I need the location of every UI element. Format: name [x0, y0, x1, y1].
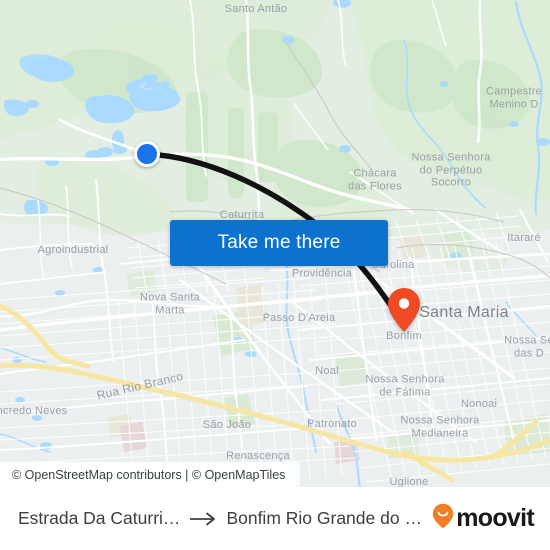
moovit-wordmark: moovit: [456, 504, 534, 532]
take-me-there-button[interactable]: Take me there: [170, 220, 388, 266]
arrow-right-icon: [189, 512, 217, 526]
map-pin-icon: [388, 288, 420, 332]
origin-marker[interactable]: [134, 141, 160, 167]
attribution-text: © OpenStreetMap contributors | © OpenMap…: [12, 467, 286, 482]
moovit-logo[interactable]: moovit: [432, 503, 535, 534]
moovit-pin-icon: [432, 503, 454, 534]
destination-marker[interactable]: [387, 287, 421, 333]
moovit-map-screen: Santo Antão Campestre Menino D Nossa Senho…: [0, 0, 550, 550]
origin-stop-label: Estrada Da Caturrita -...: [18, 508, 180, 528]
route-summary[interactable]: Estrada Da Caturrita -... Bonfim Rio Gra…: [18, 508, 422, 529]
map-attribution: © OpenStreetMap contributors | © OpenMap…: [0, 462, 296, 487]
destination-stop-label: Bonfim Rio Grande do Sul ...: [226, 508, 422, 528]
take-me-there-label: Take me there: [217, 232, 341, 253]
bottom-bar: Estrada Da Caturrita -... Bonfim Rio Gra…: [0, 487, 550, 550]
map-canvas[interactable]: Santo Antão Campestre Menino D Nossa Senho…: [0, 0, 550, 487]
